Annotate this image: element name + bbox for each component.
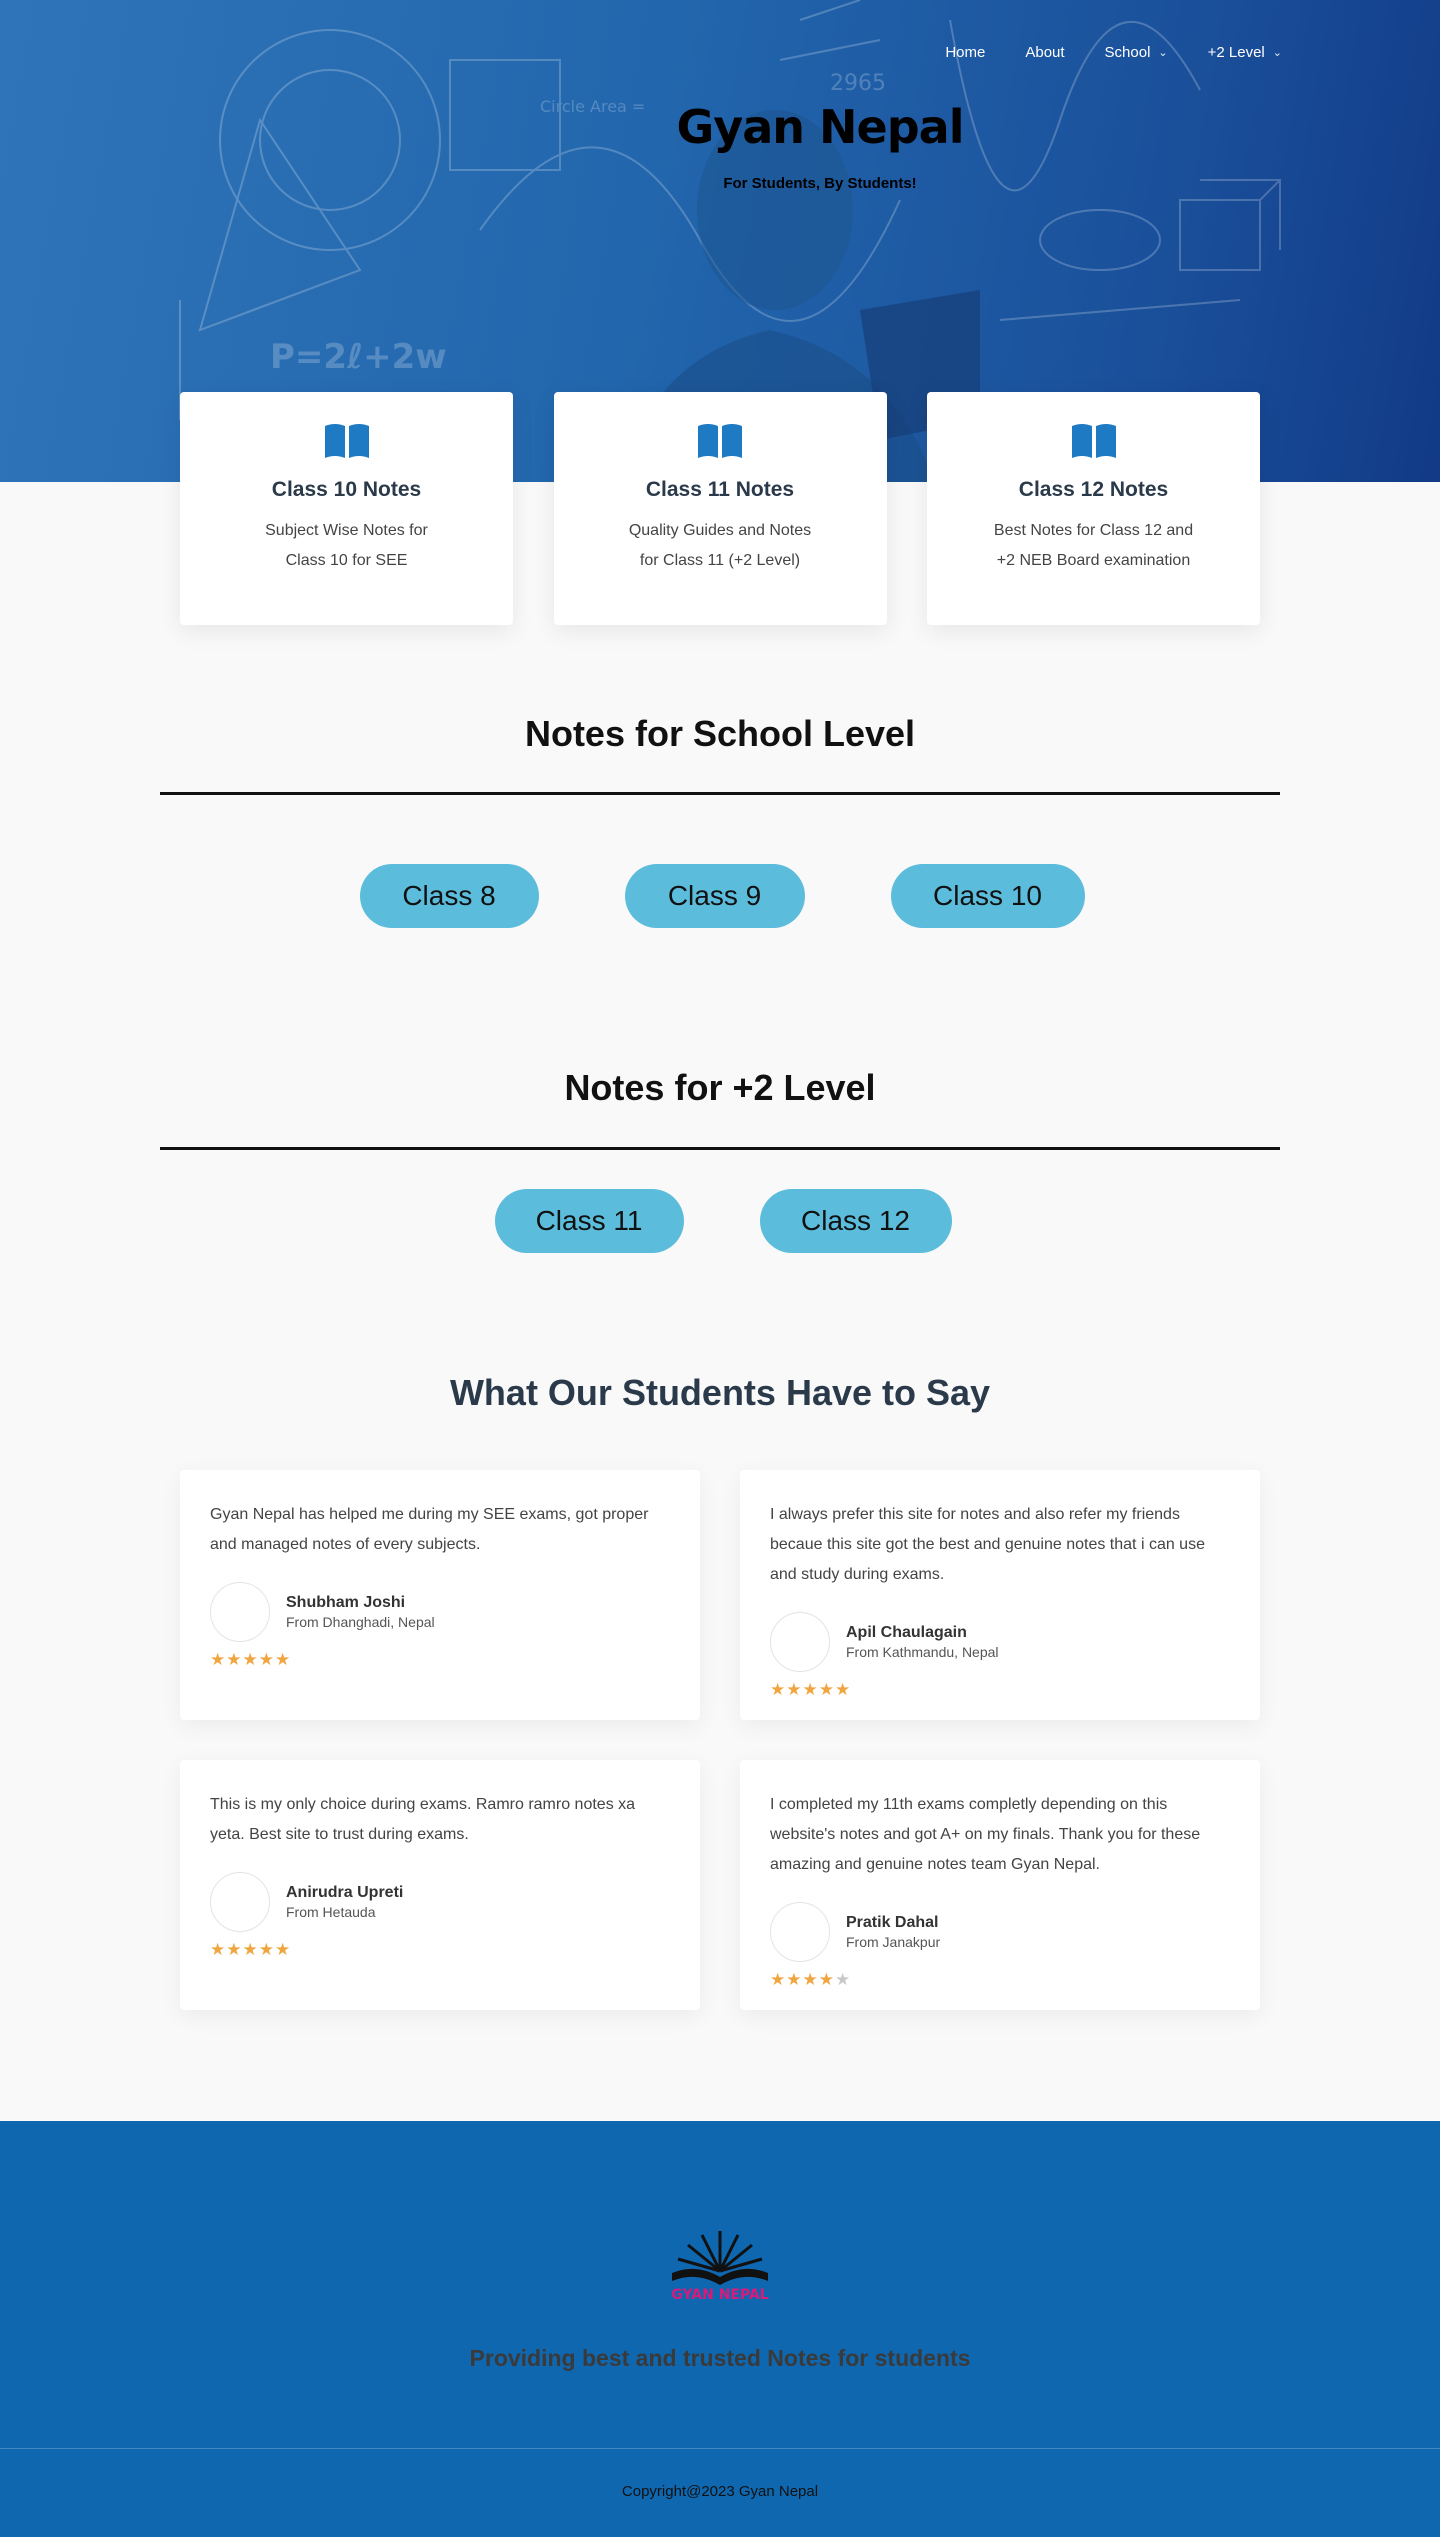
feature-card-class-12[interactable]: Class 12 Notes Best Notes for Class 12 a…: [927, 392, 1260, 625]
footer-divider: [0, 2448, 1440, 2449]
school-class-buttons: Class 8 Class 9 Class 10: [0, 864, 1440, 928]
class-8-button[interactable]: Class 8: [359, 864, 539, 928]
svg-text:P=2ℓ+2w: P=2ℓ+2w: [270, 337, 447, 377]
nav-school[interactable]: School ⌄: [1085, 44, 1188, 61]
author-name: Anirudra Upreti: [286, 1884, 404, 1901]
class-9-button[interactable]: Class 9: [624, 864, 805, 928]
section-divider: [160, 1147, 1280, 1150]
testimonial-author: Anirudra Upreti From Hetauda: [210, 1872, 670, 1932]
nav-home[interactable]: Home: [925, 44, 1005, 61]
feature-card-class-11[interactable]: Class 11 Notes Quality Guides and Notes …: [553, 392, 887, 625]
testimonials-heading: What Our Students Have to Say: [449, 1372, 991, 1413]
class-11-button[interactable]: Class 11: [494, 1189, 684, 1253]
nav-school-label: School: [1104, 44, 1151, 61]
logo-text: GYAN NEPAL: [671, 2287, 768, 2303]
feature-description: Quality Guides and Notes for Class 11 (+…: [628, 522, 812, 569]
site-tagline: For Students, By Students!: [723, 175, 917, 192]
nav-about-label: About: [1025, 44, 1065, 61]
star-rating: ★★★★★: [210, 1940, 292, 1959]
site-title: Gyan Nepal: [676, 100, 965, 154]
testimonial-card: I completed my 11th exams completly depe…: [740, 1760, 1260, 2010]
nav-plus2-level[interactable]: +2 Level ⌄: [1188, 44, 1302, 61]
avatar: [770, 1612, 830, 1672]
feature-card-class-10[interactable]: Class 10 Notes Subject Wise Notes for Cl…: [180, 392, 513, 625]
gyan-nepal-logo: GYAN NEPAL: [671, 2231, 769, 2303]
star-rating: ★★★★★: [770, 1680, 852, 1699]
plus2-class-buttons: Class 11 Class 12: [0, 1189, 1440, 1253]
footer-slogan: Providing best and trusted Notes for stu…: [469, 2345, 971, 2371]
feature-description: Best Notes for Class 12 and +2 NEB Board…: [993, 522, 1194, 569]
feature-title: Class 12 Notes: [1018, 478, 1169, 501]
feature-cards: Class 10 Notes Subject Wise Notes for Cl…: [180, 392, 1260, 625]
main-navigation: Home About School ⌄ +2 Level ⌄: [925, 44, 1302, 61]
testimonial-quote: I always prefer this site for notes and …: [770, 1506, 1205, 1583]
nav-plus2-label: +2 Level: [1207, 44, 1265, 61]
avatar: [210, 1582, 270, 1642]
plus2-level-heading: Notes for +2 Level: [564, 1067, 876, 1108]
feature-title: Class 10 Notes: [271, 478, 422, 501]
author-name: Pratik Dahal: [846, 1914, 939, 1931]
testimonial-card: Gyan Nepal has helped me during my SEE e…: [180, 1470, 700, 1720]
star-rating: ★★★★★: [770, 1970, 852, 1989]
feature-title: Class 11 Notes: [645, 478, 795, 501]
author-location: From Dhanghadi, Nepal: [286, 1614, 435, 1630]
class-12-button[interactable]: Class 12: [759, 1189, 952, 1253]
avatar: [210, 1872, 270, 1932]
testimonial-card: I always prefer this site for notes and …: [740, 1470, 1260, 1720]
avatar: [770, 1902, 830, 1962]
testimonial-author: Shubham Joshi From Dhanghadi, Nepal: [210, 1582, 670, 1642]
copyright-text: Copyright@2023 Gyan Nepal: [621, 2483, 819, 2500]
star-rating: ★★★★★: [210, 1650, 292, 1669]
author-location: From Kathmandu, Nepal: [846, 1644, 999, 1660]
school-level-heading: Notes for School Level: [524, 713, 916, 754]
feature-description: Subject Wise Notes for Class 10 for SEE: [265, 522, 428, 569]
book-icon: [1071, 424, 1116, 458]
testimonial-author: Apil Chaulagain From Kathmandu, Nepal: [770, 1612, 1230, 1672]
section-divider: [160, 792, 1280, 795]
nav-about[interactable]: About: [1005, 44, 1084, 61]
book-icon: [324, 424, 369, 458]
author-name: Apil Chaulagain: [846, 1624, 967, 1641]
nav-home-label: Home: [945, 44, 986, 61]
author-location: From Janakpur: [846, 1934, 941, 1950]
class-10-button[interactable]: Class 10: [890, 864, 1085, 928]
testimonial-quote: Gyan Nepal has helped me during my SEE e…: [210, 1506, 649, 1553]
author-location: From Hetauda: [286, 1904, 376, 1920]
chevron-down-icon: ⌄: [1272, 47, 1282, 59]
testimonial-author: Pratik Dahal From Janakpur: [770, 1902, 1230, 1962]
chevron-down-icon: ⌄: [1158, 47, 1168, 59]
site-footer: GYAN NEPAL Providing best and trusted No…: [0, 2121, 1440, 2537]
testimonial-quote: I completed my 11th exams completly depe…: [770, 1796, 1201, 1873]
book-icon: [698, 424, 742, 458]
testimonial-quote: This is my only choice during exams. Ram…: [210, 1796, 636, 1843]
testimonial-card: This is my only choice during exams. Ram…: [180, 1760, 700, 2010]
author-name: Shubham Joshi: [286, 1594, 406, 1611]
